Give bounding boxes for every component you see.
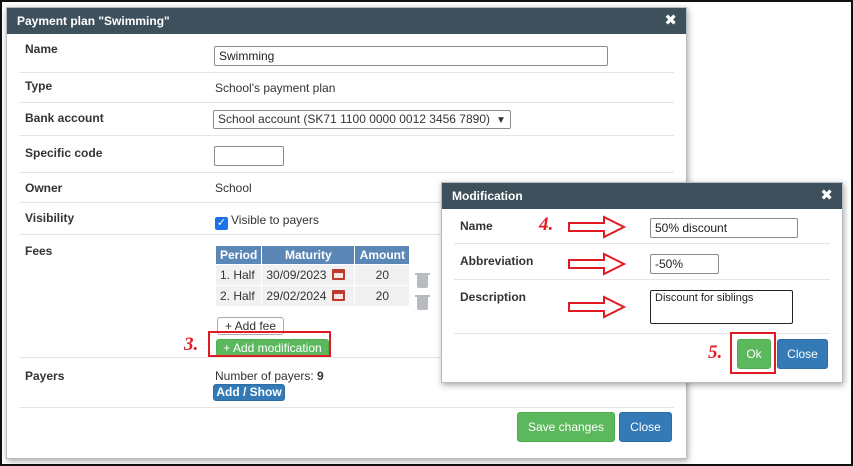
fee-maturity: 30/09/2023 — [266, 268, 327, 282]
fee-amount[interactable]: 20 — [354, 264, 411, 286]
header-maturity: Maturity — [261, 245, 356, 265]
name-label: Name — [25, 42, 58, 56]
fee-maturity: 29/02/2024 — [266, 289, 327, 303]
payers-count-text: Number of payers: — [215, 369, 318, 383]
abbreviation-input[interactable]: -50% — [650, 254, 719, 274]
plan-name-input[interactable]: Swimming — [214, 46, 608, 66]
add-show-button[interactable]: Add / Show — [213, 384, 285, 401]
ok-button-highlight — [730, 332, 776, 374]
owner-label: Owner — [25, 181, 63, 195]
modification-name-label: Name — [460, 219, 493, 233]
abbreviation-label: Abbreviation — [460, 254, 534, 268]
description-row: Description Discount for siblings — [454, 280, 830, 334]
specific-code-label: Specific code — [25, 146, 103, 160]
owner-value: School — [215, 181, 252, 195]
calendar-icon[interactable] — [332, 290, 346, 301]
close-icon[interactable]: ✖ — [664, 8, 677, 34]
fee-maturity-cell[interactable]: 30/09/2023 — [261, 264, 356, 286]
step-3-annotation: 3. — [184, 334, 199, 355]
trash-icon[interactable] — [415, 295, 430, 310]
fee-maturity-cell[interactable]: 29/02/2024 — [261, 285, 356, 307]
step-5-annotation: 5. — [708, 342, 723, 363]
payers-count: 9 — [317, 369, 324, 383]
bank-account-label: Bank account — [25, 111, 104, 125]
specific-code-row: Specific code — [19, 136, 674, 173]
chevron-down-icon: ▼ — [496, 115, 506, 126]
fees-table: Period Maturity Amount 1. Half 30/09/202… — [214, 245, 411, 307]
bank-account-value: School account (SK71 1100 0000 0012 3456… — [218, 112, 490, 126]
arrow-to-abbreviation-icon — [568, 252, 627, 276]
trash-icon[interactable] — [415, 273, 430, 288]
bank-account-row: Bank account School account (SK71 1100 0… — [19, 103, 674, 136]
fee-period: 1. Half — [214, 264, 263, 286]
fee-amount[interactable]: 20 — [354, 285, 411, 307]
modification-close-button[interactable]: Close — [777, 339, 828, 369]
arrow-to-name-icon — [568, 215, 627, 239]
visibility-checkbox-group[interactable]: ✓ Visible to payers — [215, 213, 319, 230]
header-period: Period — [214, 245, 263, 265]
specific-code-input[interactable] — [214, 146, 284, 166]
close-icon[interactable]: ✖ — [820, 183, 833, 209]
save-changes-button[interactable]: Save changes — [517, 412, 615, 442]
add-modification-highlight — [208, 331, 331, 357]
visibility-label: Visibility — [25, 211, 75, 225]
fees-table-header-row: Period Maturity Amount — [214, 245, 411, 265]
bank-account-select[interactable]: School account (SK71 1100 0000 0012 3456… — [213, 110, 511, 129]
dialog-title: Payment plan "Swimming" — [17, 14, 170, 28]
table-row: 1. Half 30/09/2023 20 — [214, 264, 411, 286]
type-row: Type School's payment plan — [19, 73, 674, 103]
fee-period: 2. Half — [214, 285, 263, 307]
modification-dialog: Modification ✖ Name 50% discount Abbrevi… — [441, 182, 843, 383]
modification-dialog-header: Modification ✖ — [442, 183, 842, 209]
step-4-annotation: 4. — [539, 214, 554, 235]
fees-label: Fees — [25, 244, 53, 258]
type-value: School's payment plan — [215, 81, 336, 95]
abbreviation-row: Abbreviation -50% — [454, 244, 830, 280]
calendar-icon[interactable] — [332, 269, 346, 280]
payers-count-line: Number of payers: 9 — [215, 369, 324, 383]
close-button[interactable]: Close — [619, 412, 672, 442]
name-row: Name Swimming — [19, 36, 674, 73]
visibility-checkbox[interactable]: ✓ — [215, 217, 228, 230]
visibility-text: Visible to payers — [231, 213, 319, 227]
header-amount: Amount — [354, 245, 411, 265]
payment-plan-dialog-header: Payment plan "Swimming" ✖ — [7, 8, 686, 34]
modification-title: Modification — [452, 189, 523, 203]
description-textarea[interactable]: Discount for siblings — [650, 290, 793, 324]
table-row: 2. Half 29/02/2024 20 — [214, 285, 411, 307]
modification-name-row: Name 50% discount — [454, 209, 830, 244]
modification-name-input[interactable]: 50% discount — [650, 218, 798, 238]
description-label: Description — [460, 290, 527, 304]
arrow-to-description-icon — [568, 295, 627, 319]
type-label: Type — [25, 79, 53, 93]
payers-label: Payers — [25, 369, 65, 383]
